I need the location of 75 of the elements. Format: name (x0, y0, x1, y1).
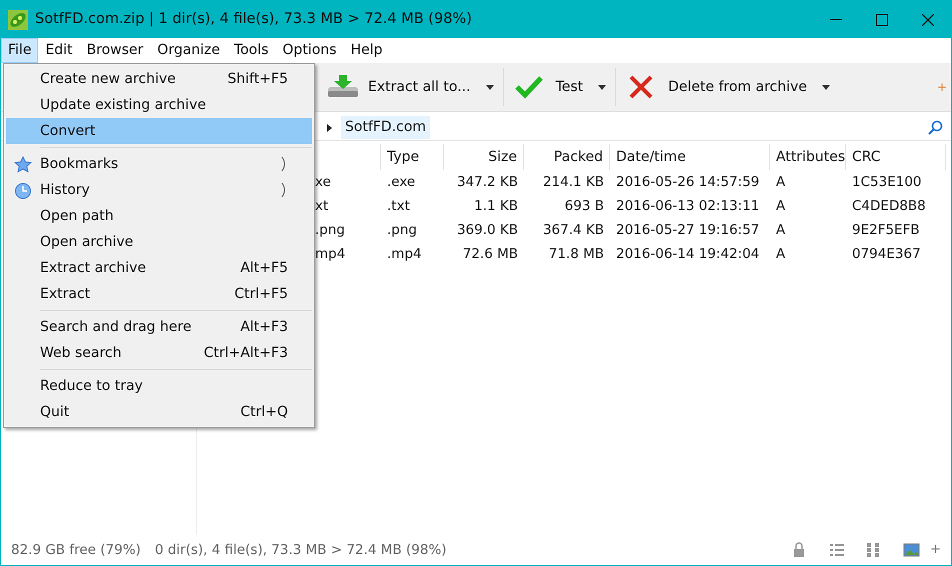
status-summary: 0 dir(s), 4 file(s), 73.3 MB > 72.4 MB (98%) (154, 540, 447, 560)
column-header[interactable]: CRC (846, 144, 946, 170)
table-cell: C4DED8B8 (852, 198, 926, 214)
caret-icon[interactable] (597, 84, 608, 90)
table-cell: .png (387, 222, 417, 238)
close-icon (922, 14, 934, 26)
table-cell: A (776, 222, 786, 238)
menu-item[interactable]: Reduce to tray (6, 373, 312, 399)
test-button[interactable]: Test (504, 67, 594, 107)
table-cell: 693 B (564, 198, 604, 214)
star-icon (14, 156, 32, 172)
table-cell: 9E2F5EFB (852, 222, 920, 238)
app-logo-icon (7, 8, 29, 30)
menu-item[interactable]: Organize (150, 38, 228, 63)
add-button[interactable]: + (930, 540, 941, 560)
picture-icon[interactable] (903, 542, 920, 558)
table-cell: 71.8 MB (548, 246, 604, 262)
window-title: SotfFD.com.zip | 1 dir(s), 4 file(s), 73.3 MB > 72.4 MB (98%) (35, 10, 473, 29)
menu-item[interactable]: Bookmarks (6, 151, 312, 177)
table-cell: 367.4 KB (542, 222, 604, 238)
menu-item[interactable]: Tools (227, 38, 276, 63)
column-header[interactable]: Packed (524, 144, 610, 170)
table-cell: xt (315, 198, 328, 214)
free-space-text: 82.9 GB free (79%) (11, 540, 141, 560)
breadcrumb-arrow-icon[interactable] (326, 122, 333, 132)
menu-item[interactable]: Extract archive Alt+F5 (6, 255, 312, 281)
maximize-icon (876, 14, 888, 26)
column-header[interactable]: Date/time (610, 144, 770, 170)
menu-item[interactable]: Open archive (6, 229, 312, 255)
menu-item[interactable]: Web search Ctrl+Alt+F3 (6, 340, 312, 366)
table-cell: A (776, 246, 786, 262)
extract-button[interactable]: Extract all to... (316, 67, 481, 107)
table-cell: 1C53E100 (852, 174, 922, 190)
table-cell: 214.1 KB (542, 174, 604, 190)
table-cell: xe (315, 174, 331, 190)
table-cell: 2016-05-27 19:16:57 (616, 222, 760, 238)
table-cell: A (776, 174, 786, 190)
table-cell: A (776, 198, 786, 214)
table-cell: 2016-06-13 02:13:11 (616, 198, 760, 214)
table-cell: 2016-05-26 14:57:59 (616, 174, 760, 190)
table-cell: mp4 (315, 246, 346, 262)
table-cell: 2016-06-14 19:42:04 (616, 246, 760, 262)
menu-item[interactable]: Update existing archive (6, 92, 312, 118)
breadcrumb-item[interactable]: SotfFD.com (341, 116, 430, 139)
details-view-icon[interactable] (829, 542, 846, 558)
menu-item[interactable]: File (1, 38, 38, 63)
table-cell: .png (315, 222, 345, 238)
clock-icon (14, 182, 32, 198)
minimize-icon (830, 19, 842, 20)
column-header[interactable]: Size (444, 144, 524, 170)
search-icon[interactable] (927, 120, 943, 136)
caret-icon[interactable] (484, 84, 495, 90)
menu-item[interactable]: Create new archive Shift+F5 (6, 66, 312, 92)
table-cell: 1.1 KB (474, 198, 518, 214)
table-cell: 369.0 KB (456, 222, 518, 238)
menu-item[interactable]: Quit Ctrl+Q (6, 399, 312, 425)
menu-item[interactable]: Extract Ctrl+F5 (6, 281, 312, 307)
table-cell: 72.6 MB (462, 246, 518, 262)
menu-item[interactable]: Search and drag here Alt+F3 (6, 314, 312, 340)
menu-item[interactable]: Help (344, 38, 390, 63)
table-cell: .exe (387, 174, 416, 190)
table-cell: 347.2 KB (456, 174, 518, 190)
menu-item[interactable]: History (6, 177, 312, 203)
menu-item[interactable]: Open path (6, 203, 312, 229)
column-header[interactable]: Type (381, 144, 444, 170)
table-cell: .txt (387, 198, 410, 214)
column-header[interactable]: Attributes (770, 144, 846, 170)
menu-item[interactable]: Browser (80, 38, 150, 63)
delete-button[interactable]: Delete from archive (616, 67, 818, 107)
table-cell: .mp4 (387, 246, 422, 262)
menu-item[interactable]: Edit (38, 38, 80, 63)
caret-icon[interactable] (821, 84, 832, 90)
menu-item[interactable]: Options (276, 38, 344, 63)
menu-item[interactable]: Convert (6, 118, 312, 144)
table-cell: 0794E367 (852, 246, 921, 262)
